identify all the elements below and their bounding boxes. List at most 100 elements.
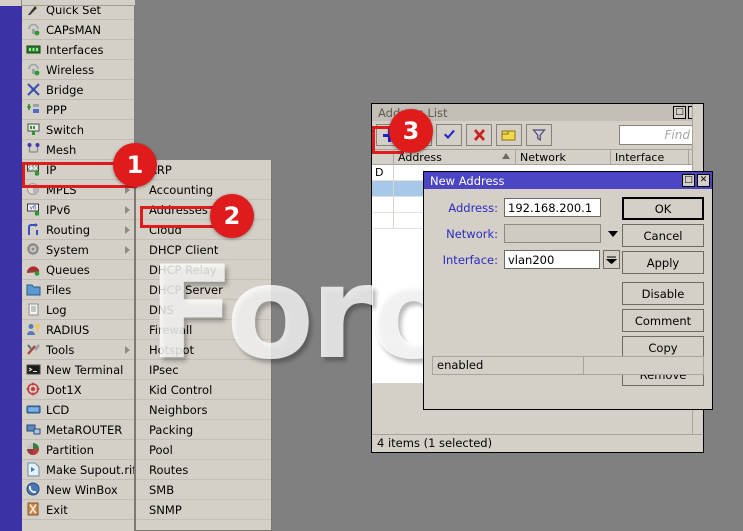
system-icon (26, 242, 41, 257)
main-menu-item-exit[interactable]: Exit (22, 500, 134, 520)
main-menu-item-label: Log (46, 303, 67, 317)
main-menu-item-make-supout-rif[interactable]: Make Supout.rif (22, 460, 134, 480)
main-menu-item-wireless[interactable]: Wireless (22, 60, 134, 80)
new-address-statusbar: enabled (432, 356, 704, 375)
network-input[interactable] (504, 224, 601, 243)
bridge-icon (26, 82, 41, 97)
partition-icon (26, 442, 41, 457)
antenna-icon (26, 62, 41, 77)
main-menu-item-files[interactable]: Files (22, 280, 134, 300)
mesh-icon (26, 142, 41, 157)
ip-submenu-item-dns[interactable]: DNS (136, 300, 271, 320)
main-menu-item-bridge[interactable]: Bridge (22, 80, 134, 100)
ip-submenu-item-dhcp-server[interactable]: DHCP Server (136, 280, 271, 300)
apply-button[interactable]: Apply (622, 251, 704, 274)
ip-submenu-item-accounting[interactable]: Accounting (136, 180, 271, 200)
interface-input[interactable]: vlan200 (504, 250, 600, 269)
main-menu-item-ppp[interactable]: PPP (22, 100, 134, 120)
main-menu-item-radius[interactable]: RADIUS (22, 320, 134, 340)
new-address-state: enabled (432, 356, 584, 375)
main-menu-item-label: RADIUS (46, 323, 89, 337)
main-menu-item-ipv6[interactable]: v6 IPv6 (22, 200, 134, 220)
chevron-right-icon (125, 246, 130, 254)
new-address-dialog[interactable]: New Address □ ✕ Address:192.168.200.1 Net… (423, 171, 713, 410)
main-menu-item-label: CAPsMAN (46, 23, 101, 37)
main-menu-item-new-terminal[interactable]: New Terminal (22, 360, 134, 380)
main-menu-item-metarouter[interactable]: MetaROUTER (22, 420, 134, 440)
main-menu[interactable]: Quick SetCAPsMANInterfacesWirelessBridge… (22, 0, 135, 531)
ip-submenu-item-kid-control[interactable]: Kid Control (136, 380, 271, 400)
ok-button[interactable]: OK (622, 197, 704, 220)
network-dropdown-arrow-icon[interactable] (605, 226, 620, 241)
ip-submenu-item-hotspot[interactable]: Hotspot (136, 340, 271, 360)
main-menu-item-interfaces[interactable]: Interfaces (22, 40, 134, 60)
disable-button[interactable] (466, 124, 492, 146)
enable-button[interactable] (436, 124, 462, 146)
main-menu-item-routing[interactable]: Routing (22, 220, 134, 240)
ip-submenu-item-snmp[interactable]: SNMP (136, 500, 271, 520)
maximize-icon[interactable]: □ (673, 106, 686, 119)
main-menu-item-switch[interactable]: Switch (22, 120, 134, 140)
new-address-title: New Address (430, 174, 682, 188)
step-badge-3: 3 (389, 109, 433, 153)
chevron-right-icon (125, 226, 130, 234)
new-address-form[interactable]: Address:192.168.200.1Network:Interface:v… (432, 197, 620, 275)
comment-button[interactable] (496, 124, 522, 146)
filter-button[interactable] (526, 124, 552, 146)
interface-dropdown-button[interactable] (603, 250, 620, 269)
maximize-icon[interactable]: □ (682, 174, 695, 187)
form-row: Address:192.168.200.1 (432, 197, 620, 218)
log-icon (26, 302, 41, 317)
main-menu-item-label: System (46, 243, 89, 257)
main-menu-item-capsman[interactable]: CAPsMAN (22, 20, 134, 40)
chevron-right-icon (125, 346, 130, 354)
ip-submenu-item-neighbors[interactable]: Neighbors (136, 400, 271, 420)
metarouter-icon (26, 422, 41, 437)
main-menu-item-label: IPv6 (46, 203, 70, 217)
main-menu-item-system[interactable]: System (22, 240, 134, 260)
main-menu-item-label: Switch (46, 123, 84, 137)
ip-submenu-item-firewall[interactable]: Firewall (136, 320, 271, 340)
main-menu-item-new-winbox[interactable]: New WinBox (22, 480, 134, 500)
ip-submenu-item-ipsec[interactable]: IPsec (136, 360, 271, 380)
main-menu-item-label: New WinBox (46, 483, 118, 497)
disable-button[interactable]: Disable (622, 282, 704, 305)
new-address-titlebar[interactable]: New Address □ ✕ (424, 172, 712, 189)
comment-button[interactable]: Comment (622, 309, 704, 332)
window-fragment-top-left (0, 0, 22, 6)
antenna-icon (26, 22, 41, 37)
column-header-network[interactable]: Network (516, 150, 611, 164)
row-flag: D (372, 165, 394, 181)
ip-submenu-item-dhcp-relay[interactable]: DHCP Relay (136, 260, 271, 280)
cancel-button[interactable]: Cancel (622, 224, 704, 247)
main-menu-item-label: Dot1X (46, 383, 82, 397)
ip-submenu-item-smb[interactable]: SMB (136, 480, 271, 500)
main-menu-item-lcd[interactable]: LCD (22, 400, 134, 420)
winbox-vertical-strip: RouterOS WinBox (0, 0, 22, 531)
field-label: Network: (432, 227, 504, 241)
main-menu-item-tools[interactable]: Tools (22, 340, 134, 360)
ip-submenu-item-dhcp-client[interactable]: DHCP Client (136, 240, 271, 260)
routing-icon (26, 222, 41, 237)
ip-submenu-item-packing[interactable]: Packing (136, 420, 271, 440)
address-list-column-headers[interactable]: Address Network Interface (372, 149, 703, 165)
close-icon[interactable]: ✕ (697, 174, 710, 187)
form-row: Network: (432, 223, 620, 244)
column-header-interface[interactable]: Interface (611, 150, 689, 164)
exit-icon (26, 502, 41, 517)
main-menu-item-log[interactable]: Log (22, 300, 134, 320)
ppp-icon (26, 102, 41, 117)
ipv6-icon: v6 (26, 202, 41, 217)
address-input[interactable]: 192.168.200.1 (504, 198, 601, 217)
main-menu-item-label: Exit (46, 503, 68, 517)
ip-submenu-item-pool[interactable]: Pool (136, 440, 271, 460)
main-menu-item-label: Tools (46, 343, 74, 357)
main-menu-item-dot1x[interactable]: Dot1X (22, 380, 134, 400)
terminal-icon (26, 362, 41, 377)
supout-icon (26, 462, 41, 477)
main-menu-item-partition[interactable]: Partition (22, 440, 134, 460)
find-input[interactable]: Find (619, 125, 697, 145)
ip-submenu-item-routes[interactable]: Routes (136, 460, 271, 480)
main-menu-item-queues[interactable]: Queues (22, 260, 134, 280)
main-menu-item-label: PPP (46, 103, 67, 117)
